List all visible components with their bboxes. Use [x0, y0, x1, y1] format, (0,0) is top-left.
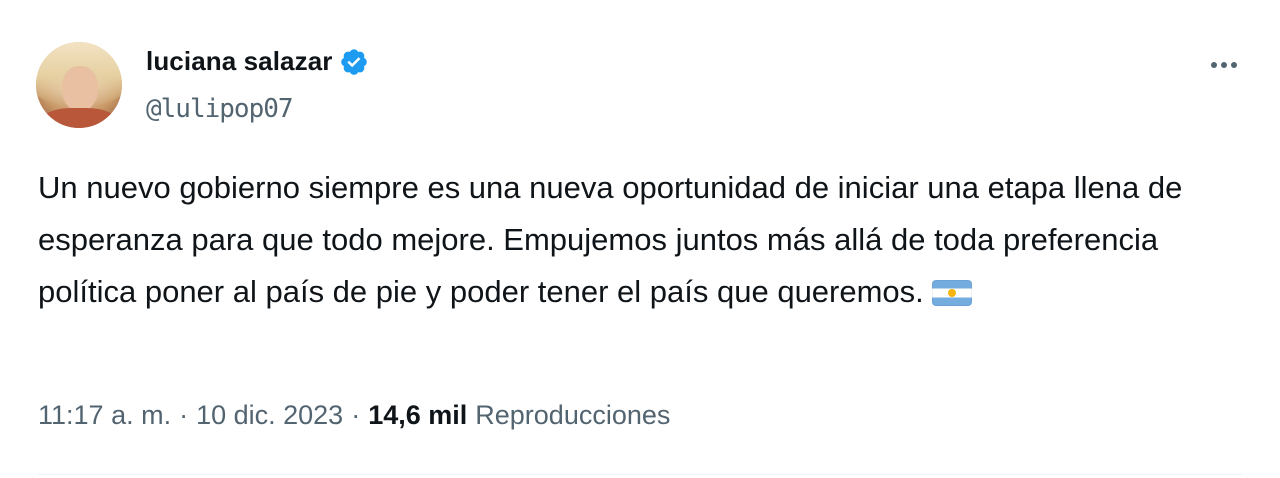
more-dot — [1221, 62, 1227, 68]
flag-sun — [947, 289, 956, 297]
argentina-flag-icon — [931, 280, 972, 306]
verified-badge-icon[interactable] — [339, 47, 369, 77]
tweet-card: luciana salazar @lulipop07 Un nuevo gobi… — [0, 0, 1280, 478]
meta-separator: · — [351, 400, 361, 430]
author-name-row: luciana salazar — [146, 46, 369, 77]
views-label[interactable]: Reproducciones — [475, 400, 670, 431]
more-dot — [1231, 62, 1237, 68]
avatar[interactable] — [36, 42, 122, 128]
views-count[interactable]: 14,6 mil — [368, 400, 467, 431]
meta-separator: · — [179, 400, 189, 430]
tweet-date[interactable]: 10 dic. 2023 — [196, 400, 343, 431]
tweet-text: Un nuevo gobierno siempre es una nueva o… — [38, 170, 1183, 309]
avatar-shoulder — [42, 108, 116, 128]
tweet-text-container: Un nuevo gobierno siempre es una nueva o… — [38, 162, 1238, 318]
author-display-name[interactable]: luciana salazar — [146, 46, 333, 77]
more-horizontal-icon — [1211, 62, 1217, 68]
divider — [38, 474, 1242, 475]
avatar-face — [62, 66, 98, 112]
tweet-time[interactable]: 11:17 a. m. — [38, 400, 171, 431]
author-handle[interactable]: @lulipop07 — [146, 94, 294, 124]
tweet-meta: 11:17 a. m. · 10 dic. 2023 · 14,6 mil Re… — [38, 400, 670, 431]
more-options-button[interactable] — [1200, 50, 1248, 80]
